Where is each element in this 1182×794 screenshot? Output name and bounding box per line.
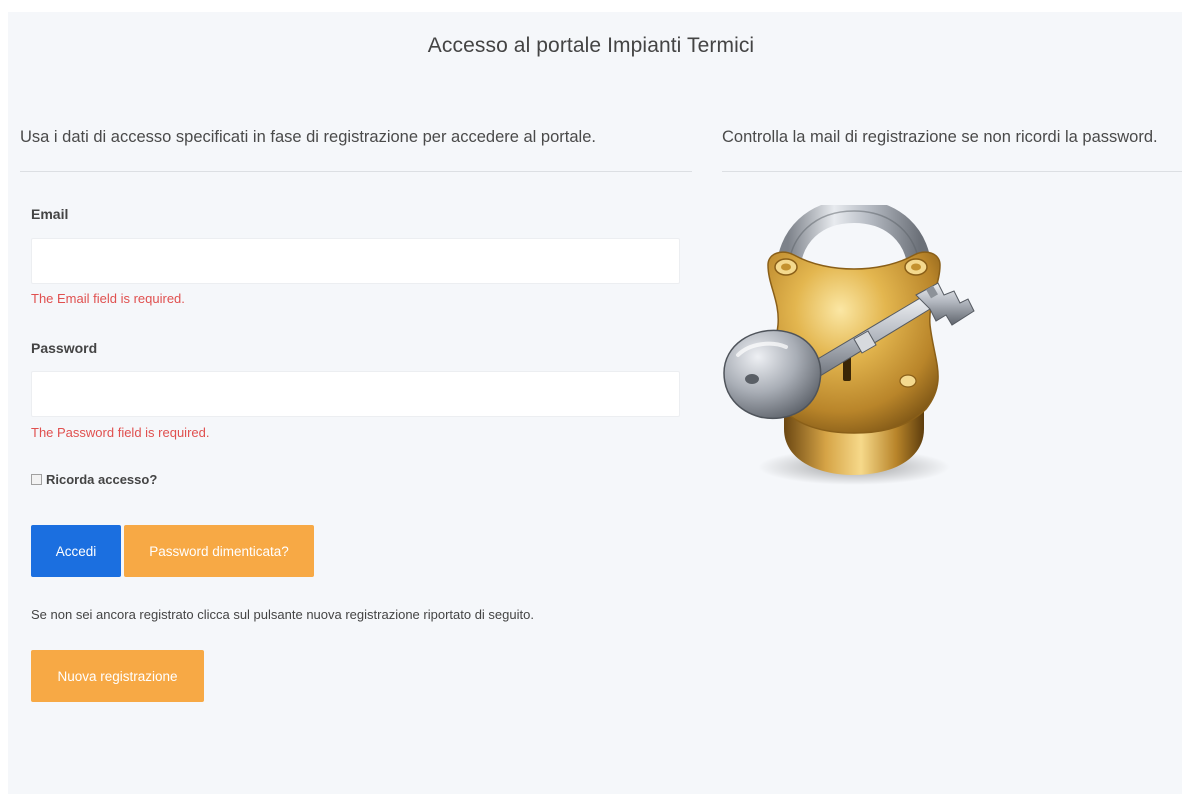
new-registration-button[interactable]: Nuova registrazione [31,650,204,702]
padlock-with-key-icon [723,205,975,485]
register-hint: Se non sei ancora registrato clicca sul … [31,607,534,622]
forgot-password-button[interactable]: Password dimenticata? [124,525,314,577]
password-field[interactable] [31,371,680,417]
email-label: Email [31,206,69,222]
remember-label[interactable]: Ricorda accesso? [46,472,157,487]
password-hint: Controlla la mail di registrazione se no… [722,128,1158,146]
remember-checkbox[interactable] [31,474,42,485]
password-error: The Password field is required. [31,425,210,440]
divider-right [722,171,1182,172]
page-title: Accesso al portale Impianti Termici [427,34,755,57]
password-label: Password [31,340,98,356]
remember-me[interactable]: Ricorda accesso? [31,472,157,487]
login-instructions: Usa i dati di accesso specificati in fas… [20,128,596,146]
email-field[interactable] [31,238,680,284]
divider-left [20,171,692,172]
login-button[interactable]: Accedi [31,525,121,577]
email-error: The Email field is required. [31,291,185,306]
